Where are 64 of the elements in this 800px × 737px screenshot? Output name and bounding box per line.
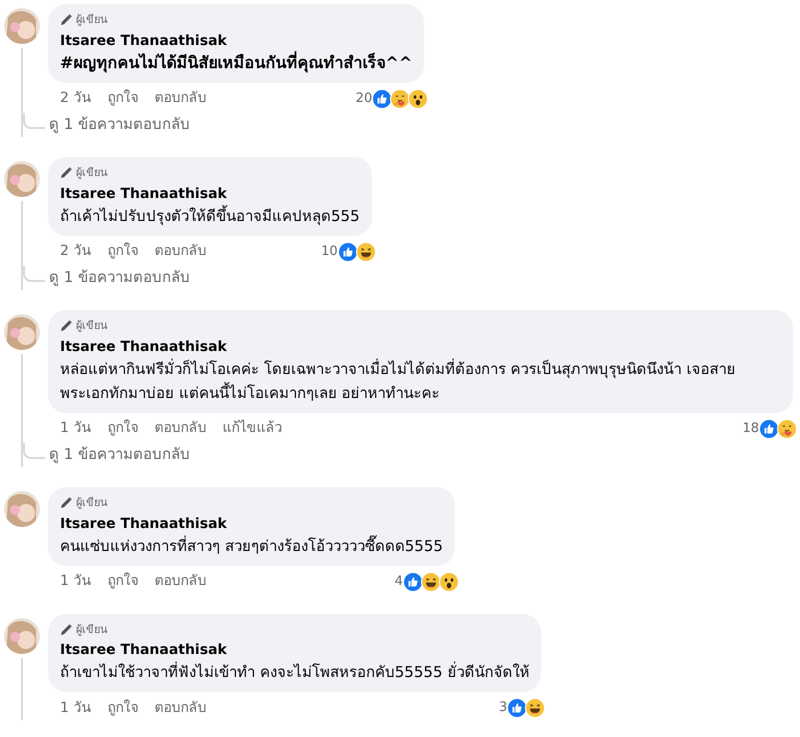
author-name[interactable]: Itsaree Thanaathisak (60, 640, 530, 660)
comment-text: #ผญทุกคนไม่ได้มีนิสัยเหมือนกันที่คุณทำสำเร็จ^^ (60, 50, 412, 74)
comment-text: หล่อแต่หากินฟรีมั่วก็ไม่โอเคค่ะ โดยเฉพาะวาจาเมื่อไม่ได้ต่มที่ต้องการ ควรเป็นสุภาพบุรุษนิดนึงน้า เจอสายพระเอกทักมาบ่อย แต่คนนี้ไม่โอเคมากๆเลย อย่าหาทำนะคะ (60, 358, 736, 404)
comment-time[interactable]: 2 วัน (60, 88, 92, 109)
like-link[interactable]: ถูกใจ (107, 241, 138, 262)
like-icon (402, 572, 423, 592)
comment-text: คนแซ่บแห่งวงการที่สาวๆ สวยๆต่างร้องโอ้วววววซี๊ดดด5555 (60, 534, 443, 556)
author-name[interactable]: Itsaree Thanaathisak (60, 514, 443, 534)
view-replies-link[interactable]: ดู 1 ข้อความตอบกลับ (49, 266, 190, 290)
like-link[interactable]: ถูกใจ (107, 418, 138, 439)
avatar[interactable] (4, 161, 40, 197)
like-link[interactable]: ถูกใจ (107, 571, 138, 592)
like-icon (338, 242, 358, 262)
avatar[interactable] (4, 8, 40, 44)
reaction-count[interactable]: 3 (498, 698, 508, 718)
author-label: ผู้เขียน (76, 318, 108, 334)
pencil-icon (60, 320, 72, 332)
surprised-face-icon (438, 572, 459, 592)
avatar[interactable] (4, 314, 40, 350)
pencil-icon (60, 497, 72, 510)
reply-link[interactable]: ตอบกลับ (154, 418, 206, 439)
reaction-count[interactable]: 10 (321, 242, 338, 262)
avatar[interactable] (4, 491, 40, 527)
comment-time[interactable]: 1 วัน (60, 571, 92, 592)
author-name[interactable]: Itsaree Thanaathisak (60, 336, 781, 356)
like-icon (507, 698, 528, 718)
comment-text: ถ้าเขาไม่ใช้วาจาที่ฟังไม่เข้าทำ คงจะไม่โพสหรอกคับ55555 ยั่วดีนักจัดให้ (60, 660, 530, 683)
reply-connector (23, 443, 45, 459)
view-replies-link[interactable]: ดู 1 ข้อความตอบกลับ (49, 442, 190, 467)
author-name[interactable]: Itsaree Thanaathisak (60, 30, 412, 50)
pencil-icon (60, 167, 72, 180)
avatar[interactable] (4, 618, 40, 654)
reply-link[interactable]: ตอบกลับ (154, 698, 206, 718)
author-label: ผู้เขียน (76, 165, 108, 181)
pencil-icon (60, 624, 72, 636)
author-name[interactable]: Itsaree Thanaathisak (60, 184, 360, 204)
comment-text: ถ้าเค้าไม่ปรับปรุงตัวให้ดีขึ้นอาจมีแคปหลุด555 (60, 204, 360, 228)
comment-time[interactable]: 1 วัน (60, 698, 92, 718)
comment-time[interactable]: 2 วัน (60, 241, 92, 262)
reply-connector (23, 113, 45, 129)
reply-link[interactable]: ตอบกลับ (154, 88, 206, 109)
reply-link[interactable]: ตอบกลับ (154, 241, 206, 262)
reply-link[interactable]: ตอบกลับ (154, 571, 206, 592)
reaction-count[interactable]: 20 (356, 88, 372, 108)
author-label: ผู้เขียน (76, 622, 108, 638)
reply-connector (23, 266, 45, 282)
like-icon (759, 418, 779, 438)
surprised-face-icon (408, 88, 428, 108)
hugging-face-icon (777, 418, 797, 438)
like-link[interactable]: ถูกใจ (107, 88, 138, 109)
hugging-face-icon (390, 88, 410, 108)
laughing-face-icon (356, 242, 376, 262)
reaction-count[interactable]: 18 (742, 418, 759, 438)
like-link[interactable]: ถูกใจ (107, 698, 138, 718)
pencil-icon (60, 14, 72, 26)
like-icon (372, 88, 392, 108)
comment-time[interactable]: 1 วัน (60, 418, 92, 439)
laughing-face-icon (420, 572, 441, 592)
edited-label: แก้ไขแล้ว (222, 418, 282, 438)
author-label: ผู้เขียน (76, 495, 108, 511)
reaction-count[interactable]: 4 (394, 572, 403, 592)
author-label: ผู้เขียน (76, 12, 108, 28)
view-replies-link[interactable]: ดู 1 ข้อความตอบกลับ (49, 112, 190, 137)
laughing-face-icon (525, 698, 546, 718)
